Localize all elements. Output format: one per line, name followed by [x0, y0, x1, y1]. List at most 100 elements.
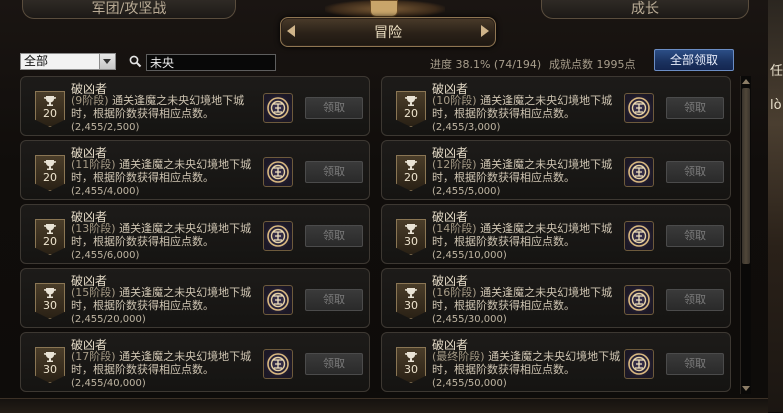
achievement-stage: (9阶段)	[71, 94, 109, 107]
achievement-description: (10阶段) 通关逢魔之未央幻境地下城时，根据阶数获得相应点数。	[432, 94, 622, 120]
achievement-points-value: 20	[404, 107, 418, 120]
reward-item[interactable]	[624, 157, 654, 187]
achievement-badge: 20	[35, 91, 65, 127]
achievement-card: 30 破凶者 (最终阶段) 通关逢魔之未央幻境地下城时，根据阶数获得相应点数。 (2,…	[381, 332, 731, 392]
scrollbar[interactable]	[740, 76, 751, 394]
achievement-description: (11阶段) 通关逢魔之未央幻境地下城时，根据阶数获得相应点数。	[71, 158, 261, 184]
reward-emblem-icon	[267, 97, 289, 119]
side-text-1: 任	[770, 64, 783, 79]
search-icon	[129, 55, 142, 68]
reward-emblem-icon	[628, 161, 650, 183]
scroll-emblem-icon	[370, 0, 398, 17]
trophy-icon	[405, 160, 417, 170]
achievement-badge: 20	[396, 91, 426, 127]
achievement-progress: (2,455/50,000)	[432, 378, 507, 389]
reward-item[interactable]	[263, 285, 293, 315]
achievement-stage: (17阶段)	[71, 350, 116, 363]
achievement-progress: (2,455/40,000)	[71, 378, 146, 389]
tab-legion-siege[interactable]: 军团/攻坚战	[22, 0, 236, 19]
achievement-description: (9阶段) 通关逢魔之未央幻境地下城时，根据阶数获得相应点数。	[71, 94, 261, 120]
achievement-card: 30 破凶者 (16阶段) 通关逢魔之未央幻境地下城时，根据阶数获得相应点数。 (2,…	[381, 268, 731, 328]
reward-item[interactable]	[263, 93, 293, 123]
achievement-stage: (最终阶段)	[432, 350, 485, 363]
bottom-frame	[0, 398, 768, 413]
achievement-progress: (2,455/6,000)	[71, 250, 140, 261]
claim-button[interactable]: 领取	[666, 161, 724, 183]
achievement-stage: (14阶段)	[432, 222, 477, 235]
achievement-badge: 30	[396, 219, 426, 255]
reward-item[interactable]	[624, 221, 654, 251]
achievement-description: (17阶段) 通关逢魔之未央幻境地下城时，根据阶数获得相应点数。	[71, 350, 261, 376]
reward-item[interactable]	[263, 221, 293, 251]
achievement-points-value: 20	[404, 171, 418, 184]
achievement-progress: (2,455/5,000)	[432, 186, 501, 197]
reward-item[interactable]	[263, 349, 293, 379]
scroll-up-icon[interactable]	[742, 77, 750, 85]
achievement-list: 20 破凶者 (9阶段) 通关逢魔之未央幻境地下城时，根据阶数获得相应点数。 (2,4…	[18, 75, 740, 395]
trophy-icon	[44, 224, 56, 234]
category-select[interactable]: 全部	[20, 53, 116, 70]
claim-button[interactable]: 领取	[305, 353, 363, 375]
claim-button[interactable]: 领取	[666, 225, 724, 247]
achievement-progress: (2,455/20,000)	[71, 314, 146, 325]
reward-emblem-icon	[628, 225, 650, 247]
trophy-icon	[405, 96, 417, 106]
tab-adventure[interactable]: 冒险	[280, 17, 496, 47]
arrow-right-icon	[481, 25, 489, 37]
scroll-down-icon[interactable]	[742, 385, 750, 393]
category-select-value: 全部	[24, 54, 49, 68]
achievement-card: 30 破凶者 (14阶段) 通关逢魔之未央幻境地下城时，根据阶数获得相应点数。 (2,…	[381, 204, 731, 264]
reward-item[interactable]	[263, 157, 293, 187]
achievement-stage: (10阶段)	[432, 94, 477, 107]
achievement-card: 30 破凶者 (15阶段) 通关逢魔之未央幻境地下城时，根据阶数获得相应点数。 (2,…	[20, 268, 370, 328]
achievement-points-value: 30	[43, 363, 57, 376]
tab-growth[interactable]: 成长	[541, 0, 749, 19]
achievement-description: (16阶段) 通关逢魔之未央幻境地下城时，根据阶数获得相应点数。	[432, 286, 622, 312]
achievement-badge: 20	[396, 155, 426, 191]
achievement-progress: (2,455/10,000)	[432, 250, 507, 261]
claim-button[interactable]: 领取	[666, 97, 724, 119]
claim-button[interactable]: 领取	[305, 161, 363, 183]
achievement-badge: 30	[35, 283, 65, 319]
achievement-stage: (15阶段)	[71, 286, 116, 299]
claim-button[interactable]: 领取	[305, 97, 363, 119]
trophy-icon	[44, 96, 56, 106]
reward-item[interactable]	[624, 349, 654, 379]
trophy-icon	[44, 160, 56, 170]
reward-item[interactable]	[624, 93, 654, 123]
reward-emblem-icon	[628, 97, 650, 119]
reward-emblem-icon	[267, 161, 289, 183]
achievement-badge: 20	[35, 155, 65, 191]
reward-item[interactable]	[624, 285, 654, 315]
achievement-description: (13阶段) 通关逢魔之未央幻境地下城时，根据阶数获得相应点数。	[71, 222, 261, 248]
claim-button[interactable]: 领取	[305, 225, 363, 247]
search-input[interactable]	[146, 54, 276, 71]
reward-emblem-icon	[267, 289, 289, 311]
achievement-badge: 30	[35, 347, 65, 383]
achievement-stage: (12阶段)	[432, 158, 477, 171]
achievement-points-value: 30	[43, 299, 57, 312]
achievement-badge: 20	[35, 219, 65, 255]
achievement-points: 成就点数 1995点	[549, 58, 636, 71]
claim-button[interactable]: 领取	[305, 289, 363, 311]
achievement-points-value: 20	[43, 107, 57, 120]
achievement-description: (最终阶段) 通关逢魔之未央幻境地下城时，根据阶数获得相应点数。	[432, 350, 622, 376]
achievement-badge: 30	[396, 347, 426, 383]
achievement-card: 20 破凶者 (10阶段) 通关逢魔之未央幻境地下城时，根据阶数获得相应点数。 (2,…	[381, 76, 731, 136]
achievement-points-value: 30	[404, 363, 418, 376]
claim-button[interactable]: 领取	[666, 289, 724, 311]
side-text-2: lò	[770, 98, 782, 113]
claim-all-button[interactable]: 全部领取	[654, 49, 734, 71]
achievement-progress: (2,455/4,000)	[71, 186, 140, 197]
reward-emblem-icon	[267, 353, 289, 375]
scrollbar-thumb[interactable]	[742, 88, 750, 264]
achievement-card: 20 破凶者 (9阶段) 通关逢魔之未央幻境地下城时，根据阶数获得相应点数。 (2,4…	[20, 76, 370, 136]
achievement-card: 20 破凶者 (12阶段) 通关逢魔之未央幻境地下城时，根据阶数获得相应点数。 (2,…	[381, 140, 731, 200]
trophy-icon	[405, 288, 417, 298]
chevron-down-icon[interactable]	[99, 54, 115, 69]
reward-emblem-icon	[628, 353, 650, 375]
tab-adventure-label: 冒险	[374, 25, 402, 41]
claim-button[interactable]: 领取	[666, 353, 724, 375]
reward-emblem-icon	[267, 225, 289, 247]
trophy-icon	[44, 352, 56, 362]
